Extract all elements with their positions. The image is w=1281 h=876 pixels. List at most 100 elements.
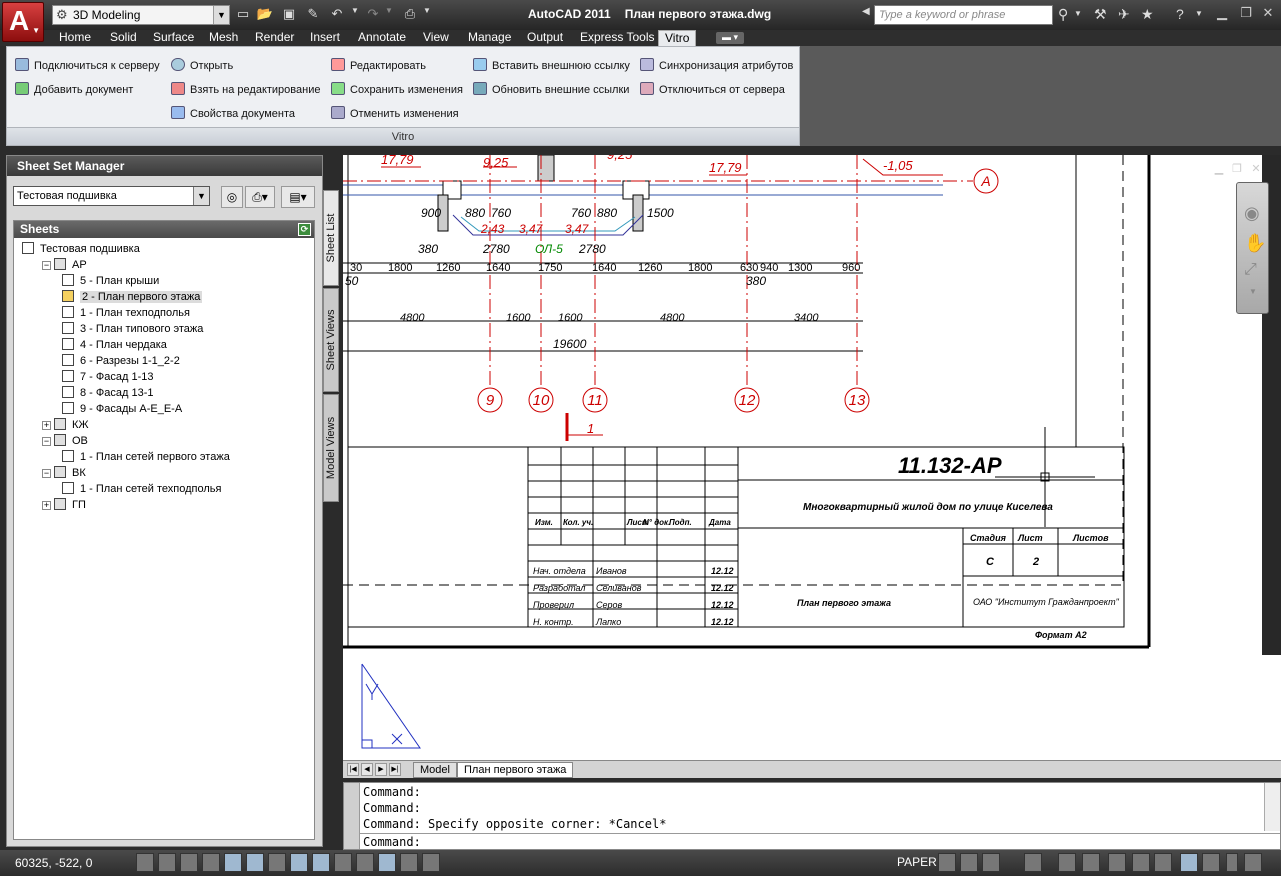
tree-sheet[interactable]: 4 - План чердака (62, 337, 167, 353)
communication-center-icon[interactable]: ✈ (1118, 6, 1130, 23)
chevron-down-icon[interactable]: ▼ (1195, 9, 1203, 18)
tab-insert[interactable]: Insert (304, 30, 346, 46)
tree-sheet[interactable]: 1 - План сетей первого этажа (62, 449, 230, 465)
hardware-acceleration-icon[interactable] (1154, 853, 1172, 872)
disconnect-server-button[interactable]: Отключиться от сервера (640, 82, 785, 98)
last-layout-icon[interactable]: ▶| (389, 763, 401, 776)
transparency-icon[interactable] (378, 853, 396, 872)
tree-sheet[interactable]: 3 - План типового этажа (62, 321, 203, 337)
zoom-icon[interactable]: ⤢ (1244, 261, 1257, 279)
binoculars-icon[interactable]: ⚲ (1058, 6, 1068, 23)
tree-sheet[interactable]: 5 - План крыши (62, 273, 159, 289)
connect-server-button[interactable]: Подключиться к серверу (15, 58, 160, 74)
sync-attributes-button[interactable]: Синхронизация атрибутов (640, 58, 793, 74)
open-folder-icon[interactable]: 📂 (256, 6, 274, 24)
insert-xref-button[interactable]: Вставить внешнюю ссылку (473, 58, 630, 74)
tree-sheet[interactable]: 2 - План первого этажа (62, 289, 203, 305)
tree-group[interactable]: − ВК (42, 465, 86, 481)
restore-icon[interactable]: ❐ (1236, 5, 1256, 23)
tab-model-views[interactable]: Model Views (323, 394, 339, 502)
object-snap-icon[interactable] (246, 853, 264, 872)
expand-icon[interactable]: + (42, 421, 51, 430)
tab-solid[interactable]: Solid (104, 30, 143, 46)
tree-group[interactable]: + ГП (42, 497, 86, 513)
model-layout-icon[interactable] (938, 853, 956, 872)
steering-wheel-icon[interactable]: ◉ (1244, 203, 1260, 224)
command-input[interactable]: Command: (360, 833, 1280, 849)
tree-sheet[interactable]: 8 - Фасад 13-1 (62, 385, 153, 401)
collapse-icon[interactable]: − (42, 437, 51, 446)
quick-view-drawings-icon[interactable] (982, 853, 1000, 872)
tab-home[interactable]: Home (53, 30, 97, 46)
favorites-star-icon[interactable]: ★ (1141, 6, 1154, 23)
tab-vitro[interactable]: Vitro (658, 30, 697, 46)
tree-sheet[interactable]: 1 - План сетей техподполья (62, 481, 221, 497)
new-file-icon[interactable]: ▭ (234, 6, 252, 24)
chevron-left-icon[interactable]: ◀ (862, 6, 870, 17)
selection-cycling-icon[interactable] (422, 853, 440, 872)
snap-mode-icon[interactable] (158, 853, 176, 872)
save-changes-button[interactable]: Сохранить изменения (331, 82, 463, 98)
tab-sheet-views[interactable]: Sheet Views (323, 288, 339, 392)
publish-printer-icon[interactable]: ⎙▾ (245, 186, 275, 208)
tree-group[interactable]: − ОВ (42, 433, 88, 449)
tab-layout-first-floor[interactable]: План первого этажа (457, 762, 574, 778)
cancel-changes-button[interactable]: Отменить изменения (331, 106, 459, 122)
ortho-mode-icon[interactable] (202, 853, 220, 872)
edit-button[interactable]: Редактировать (331, 58, 426, 74)
tab-render[interactable]: Render (249, 30, 300, 46)
pan-hand-icon[interactable]: ✋ (1244, 233, 1266, 254)
help-icon[interactable]: ? (1176, 6, 1184, 22)
coordinate-readout[interactable]: 60325, -522, 0 (15, 856, 92, 870)
plot-printer-icon[interactable]: ⎙ (400, 6, 420, 24)
next-layout-icon[interactable]: ▶ (375, 763, 387, 776)
lightbulb-icon[interactable] (1202, 853, 1220, 872)
viewport-minimize-icon[interactable]: ▁ (1212, 162, 1226, 176)
maximize-viewport-icon[interactable] (1024, 853, 1042, 872)
publish-dwf-icon[interactable]: ◎ (221, 186, 243, 208)
collapse-icon[interactable]: − (42, 261, 51, 270)
annotation-visibility-icon[interactable] (1082, 853, 1100, 872)
paper-model-toggle[interactable]: PAPER (897, 855, 937, 869)
tab-output[interactable]: Output (521, 30, 569, 46)
tree-group[interactable]: − АР (42, 257, 87, 273)
chevron-down-icon[interactable]: ▼ (1074, 9, 1082, 18)
refresh-icon[interactable]: ⟳ (298, 223, 311, 236)
tree-sheet[interactable]: 6 - Разрезы 1-1_2-2 (62, 353, 180, 369)
dynamic-ucs-icon[interactable] (312, 853, 330, 872)
quick-properties-icon[interactable] (400, 853, 418, 872)
tab-manage[interactable]: Manage (462, 30, 517, 46)
quick-view-layouts-icon[interactable] (960, 853, 978, 872)
undo-icon[interactable]: ↶ (328, 6, 346, 24)
lock-toolbar-icon[interactable] (1132, 853, 1150, 872)
save-icon[interactable]: ▣ (280, 6, 298, 24)
clean-screen-icon[interactable] (1244, 853, 1262, 872)
tab-view[interactable]: View (417, 30, 455, 46)
minimize-icon[interactable]: ▁ (1212, 5, 1232, 23)
tree-sheet[interactable]: 7 - Фасад 1-13 (62, 369, 153, 385)
sheet-set-selector[interactable]: Тестовая подшивка ▼ (13, 186, 210, 206)
polar-tracking-icon[interactable] (224, 853, 242, 872)
tab-sheet-list[interactable]: Sheet List (323, 190, 339, 286)
tab-express-tools[interactable]: Express Tools (574, 30, 660, 46)
expand-icon[interactable]: + (42, 501, 51, 510)
close-icon[interactable]: ✕ (1258, 5, 1278, 23)
tab-model[interactable]: Model (413, 762, 457, 778)
redo-icon[interactable]: ↷ (364, 6, 382, 24)
save-as-icon[interactable]: ✎ (304, 6, 322, 24)
chevron-down-icon[interactable] (1226, 853, 1238, 872)
lineweight-icon[interactable] (356, 853, 374, 872)
command-history-scrollbar[interactable] (1264, 783, 1280, 831)
tab-mesh[interactable]: Mesh (203, 30, 244, 46)
tree-sheet[interactable]: 1 - План техподполья (62, 305, 190, 321)
palette-title[interactable]: Sheet Set Manager (7, 156, 322, 176)
drawing-canvas[interactable]: 30 1800 1260 1640 1750 1640 1260 1800 630 940 1300… (343, 147, 1262, 655)
application-menu-button[interactable]: A ▼ (2, 2, 44, 42)
add-document-button[interactable]: Добавить документ (15, 82, 133, 98)
first-layout-icon[interactable]: |◀ (347, 763, 359, 776)
update-xrefs-button[interactable]: Обновить внешние ссылки (473, 82, 629, 98)
chevron-down-icon[interactable]: ▼ (384, 6, 394, 24)
command-line-grip[interactable] (344, 783, 360, 849)
object-snap-tracking-icon[interactable] (290, 853, 308, 872)
open-button[interactable]: Открыть (171, 58, 233, 74)
